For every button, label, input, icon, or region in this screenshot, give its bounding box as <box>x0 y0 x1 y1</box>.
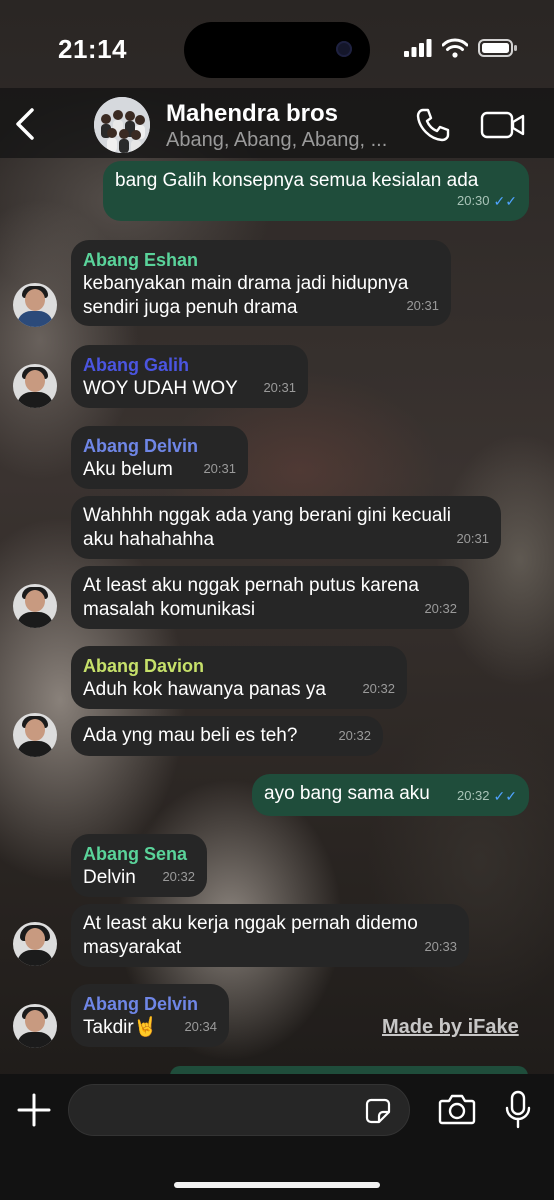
message-meta: 20:33 <box>424 935 457 959</box>
message-bubble-incoming[interactable]: Ada yng mau beli es teh? 20:32 <box>71 716 383 756</box>
message-bubble-incoming[interactable]: Abang Delvin Aku belum 20:31 <box>71 426 248 489</box>
message-bubble-outgoing[interactable]: ayo bang sama aku 20:32 ✓✓ <box>252 774 529 816</box>
signal-icon <box>404 39 432 57</box>
message-time: 20:33 <box>424 939 457 954</box>
group-avatar[interactable] <box>94 97 150 153</box>
chat-participants[interactable]: Abang, Abang, Abang, ... <box>166 129 387 152</box>
message-meta: 20:32 <box>338 724 371 748</box>
avatar-face <box>25 1010 45 1032</box>
avatar-davion[interactable] <box>13 713 57 757</box>
message-bubble-incoming[interactable]: Abang Davion Aduh kok hawanya panas ya 2… <box>71 646 407 709</box>
message-meta: 20:32 <box>162 865 195 889</box>
message-text: Aduh kok hawanya panas ya <box>83 679 326 700</box>
sender-name: Abang Davion <box>83 656 205 676</box>
message-input-bar <box>0 1074 554 1200</box>
message-meta: 20:31 <box>263 376 296 400</box>
message-time: 20:31 <box>263 380 296 395</box>
wifi-icon <box>442 38 468 58</box>
message-time: 20:32 <box>456 788 490 803</box>
message-meta: 20:31 <box>406 294 439 318</box>
sender-name: Abang Sena <box>83 844 188 864</box>
avatar-delvin[interactable] <box>13 1004 57 1048</box>
message-text: Wahhhh nggak ada yang berani gini kecual… <box>83 505 451 550</box>
avatar-body <box>17 311 53 327</box>
message-bubble-incoming[interactable]: Abang Galih WOY UDAH WOY 20:31 <box>71 345 308 408</box>
message-bubble-outgoing[interactable]: bang Galih konsepnya semua kesialan ada … <box>103 161 529 221</box>
message-meta: 20:31 <box>203 457 236 481</box>
avatar-eshan[interactable] <box>13 283 57 327</box>
message-bubble-incoming[interactable]: Abang Delvin Takdir🤘 20:34 <box>71 984 229 1047</box>
message-text: bang Galih konsepnya semua kesialan ada <box>115 170 479 191</box>
message-text: Delvin <box>83 867 136 888</box>
sender-name: Abang Delvin <box>83 436 199 456</box>
message-text: Ada yng mau beli es teh? <box>83 725 298 746</box>
message-time: 20:31 <box>406 298 439 313</box>
message-bubble-incoming[interactable]: Abang Sena Delvin 20:32 <box>71 834 207 897</box>
message-time: 20:32 <box>362 681 395 696</box>
avatar-galih[interactable] <box>13 364 57 408</box>
message-input[interactable] <box>68 1084 410 1136</box>
group-photo-icon <box>94 97 150 153</box>
back-chevron-icon[interactable] <box>10 104 40 144</box>
message-meta: 20:31 <box>456 527 489 551</box>
read-receipt-icon: ✓✓ <box>493 193 517 209</box>
message-bubble-incoming[interactable]: Wahhhh nggak ada yang berani gini kecual… <box>71 496 501 559</box>
message-meta: 20:32 <box>424 597 457 621</box>
message-time: 20:31 <box>203 461 236 476</box>
sender-name: Abang Eshan <box>83 250 199 270</box>
battery-icon <box>478 39 517 57</box>
video-call-icon[interactable] <box>480 108 526 142</box>
chat-title[interactable]: Mahendra bros <box>166 100 338 128</box>
watermark: Made by iFake <box>382 1016 519 1038</box>
chat-header: Mahendra bros Abang, Abang, Abang, ... <box>0 88 554 158</box>
message-text: At least aku kerja nggak pernah didemo m… <box>83 913 418 958</box>
message-time: 20:32 <box>162 869 195 884</box>
message-time: 20:32 <box>338 728 371 743</box>
dynamic-island <box>184 22 370 78</box>
message-meta: 20:32 ✓✓ <box>457 784 517 808</box>
message-time: 20:31 <box>456 531 489 546</box>
avatar-sena[interactable] <box>13 922 57 966</box>
message-meta: 20:34 <box>184 1015 217 1039</box>
avatar-face <box>25 719 45 741</box>
home-indicator[interactable] <box>174 1182 380 1188</box>
message-text: Takdir🤘 <box>83 1017 158 1038</box>
avatar-body <box>17 612 53 628</box>
sticker-icon[interactable] <box>365 1098 391 1124</box>
message-text: WOY UDAH WOY <box>83 378 238 399</box>
microphone-icon[interactable] <box>504 1090 532 1130</box>
avatar-delvin[interactable] <box>13 584 57 628</box>
message-time: 20:30 <box>456 193 490 208</box>
message-bubble-incoming[interactable]: At least aku kerja nggak pernah didemo m… <box>71 904 469 967</box>
message-text: ayo bang sama aku <box>264 783 430 804</box>
message-text: kebanyakan main drama jadi hidupnya send… <box>83 273 409 318</box>
avatar-body <box>17 392 53 408</box>
message-text: Aku belum <box>83 459 173 480</box>
avatar-body <box>17 950 53 966</box>
camera-dot-icon <box>336 41 352 57</box>
avatar-body <box>17 741 53 757</box>
plus-icon[interactable] <box>16 1092 52 1128</box>
avatar-face <box>25 590 45 612</box>
message-text: At least aku nggak pernah putus karena m… <box>83 575 419 620</box>
avatar-body <box>17 1032 53 1048</box>
avatar-face <box>25 928 45 950</box>
message-time: 20:32 <box>424 601 457 616</box>
status-icons <box>404 38 518 58</box>
status-bar: 21:14 <box>0 0 554 100</box>
message-time: 20:34 <box>184 1019 217 1034</box>
message-bubble-incoming[interactable]: At least aku nggak pernah putus karena m… <box>71 566 469 629</box>
camera-icon[interactable] <box>438 1092 476 1126</box>
sender-name: Abang Delvin <box>83 994 199 1014</box>
avatar-face <box>25 289 45 311</box>
message-meta: 20:32 <box>362 677 395 701</box>
phone-call-icon[interactable] <box>414 106 452 144</box>
status-time: 21:14 <box>58 34 127 64</box>
read-receipt-icon: ✓✓ <box>493 788 517 804</box>
sender-name: Abang Galih <box>83 355 190 375</box>
avatar-face <box>25 370 45 392</box>
message-meta: 20:30 ✓✓ <box>457 189 517 213</box>
message-bubble-incoming[interactable]: Abang Eshan kebanyakan main drama jadi h… <box>71 240 451 326</box>
